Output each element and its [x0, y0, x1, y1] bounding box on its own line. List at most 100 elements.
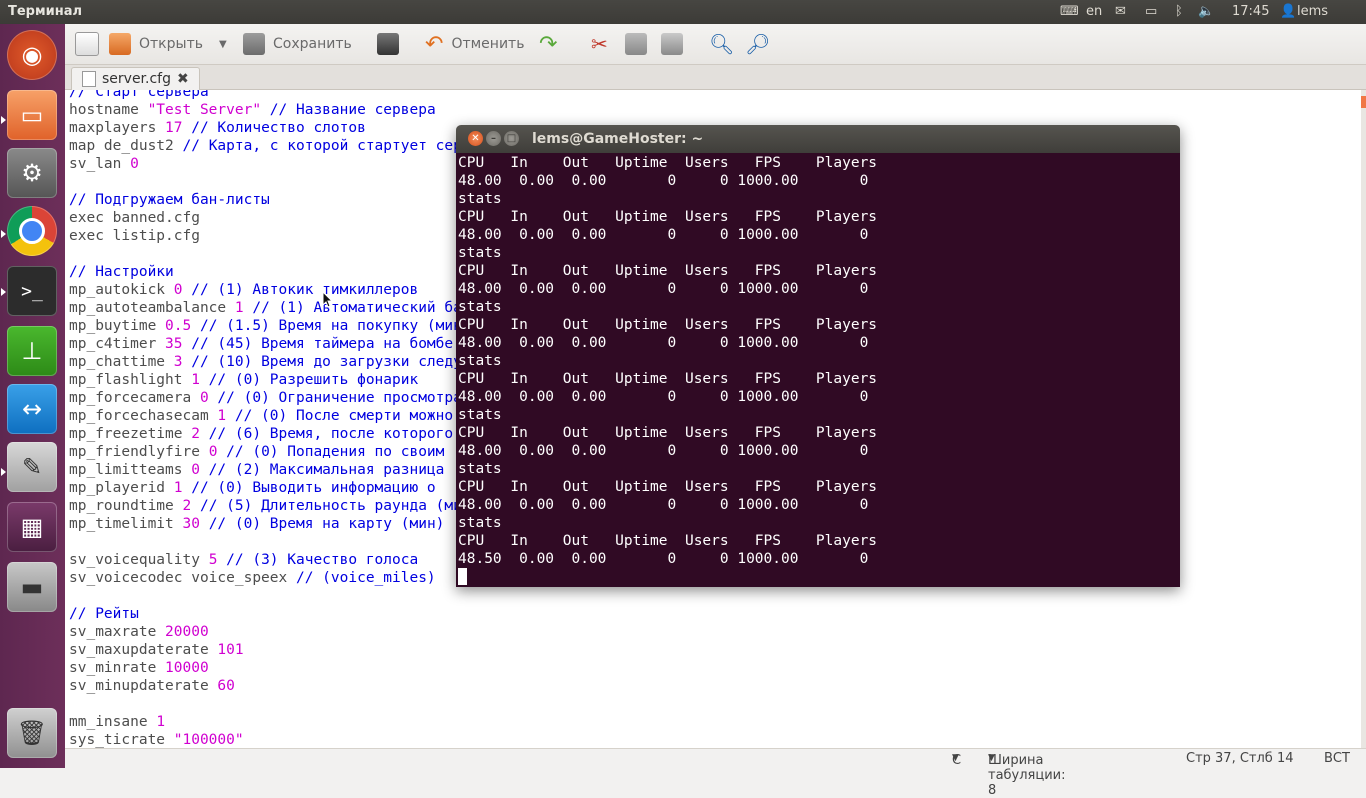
terminal-body[interactable]: CPU In Out Uptime Users FPS Players 48.00… [456, 153, 1180, 587]
code-line[interactable]: // Подгружаем бан-листы [69, 191, 497, 209]
undo-button[interactable]: ↶ Отменить [425, 30, 524, 58]
mail-icon[interactable]: ✉ [1115, 4, 1126, 19]
code-line[interactable]: sv_minupdaterate 60 [69, 677, 497, 695]
minimize-icon[interactable]: – [486, 131, 501, 146]
system-settings-icon[interactable]: ⚙ [7, 148, 57, 198]
print-button[interactable] [377, 30, 407, 58]
new-document-button[interactable] [75, 30, 107, 58]
find-replace-button[interactable]: 🔎︎ [745, 30, 770, 58]
user-icon[interactable]: 👤 [1280, 4, 1296, 19]
code-token: // (2) Максимальная разница [199, 462, 445, 478]
code-content[interactable]: // Старт сервера hostname "Test Server" /… [69, 90, 497, 748]
terminal-output[interactable]: CPU In Out Uptime Users FPS Players 48.00… [458, 154, 877, 586]
bluetooth-icon[interactable]: ᛒ [1175, 4, 1183, 19]
maximize-icon[interactable]: □ [504, 131, 519, 146]
terminal-line: stats [458, 191, 502, 207]
code-token: // (5) Длительность раунда (мин) [191, 498, 480, 514]
code-line[interactable]: maxplayers 17 // Количество слотов [69, 119, 497, 137]
trash-icon[interactable]: 🗑 [7, 708, 57, 758]
code-line[interactable]: mp_roundtime 2 // (5) Длительность раунд… [69, 497, 497, 515]
code-line[interactable] [69, 695, 497, 713]
code-line[interactable]: mp_c4timer 35 // (45) Время таймера на б… [69, 335, 497, 353]
close-icon[interactable]: ✖ [177, 71, 189, 87]
terminal-titlebar[interactable]: ✕ – □ lems@GameHoster: ~ [456, 125, 1180, 153]
running-indicator [1, 468, 6, 476]
code-line[interactable] [69, 533, 497, 551]
code-line[interactable]: exec listip.cfg [69, 227, 497, 245]
paste-icon [661, 33, 683, 55]
chrome-icon[interactable] [7, 206, 57, 256]
clock[interactable]: 17:45 [1232, 4, 1269, 19]
code-line[interactable]: // Настройки [69, 263, 497, 281]
code-token: hostname [69, 102, 148, 118]
code-line[interactable]: // Старт сервера [69, 90, 497, 101]
code-line[interactable]: mp_playerid 1 // (0) Выводить информацию… [69, 479, 497, 497]
code-line[interactable] [69, 587, 497, 605]
find-button[interactable]: 🔍︎ [709, 30, 734, 58]
code-token: 20000 [165, 624, 209, 640]
code-token: sv_minrate [69, 660, 166, 676]
code-line[interactable] [69, 173, 497, 191]
code-line[interactable]: hostname "Test Server" // Название серве… [69, 101, 497, 119]
vertical-scrollbar[interactable] [1361, 90, 1366, 748]
cut-button[interactable]: ✂ [591, 30, 608, 58]
volume-icon[interactable]: 🔈 [1198, 4, 1214, 19]
insert-mode[interactable]: ВСТ [1324, 751, 1350, 766]
scrollbar-thumb[interactable] [1361, 96, 1366, 108]
code-line[interactable]: sys_ticrate "100000" [69, 731, 497, 748]
workspace-switcher-icon[interactable]: ▦ [7, 502, 57, 552]
keyboard-layout[interactable]: en [1086, 4, 1102, 19]
code-line[interactable]: mp_freezetime 2 // (6) Время, после кото… [69, 425, 497, 443]
teamviewer-icon[interactable]: ↔ [7, 384, 57, 434]
tab-server-cfg[interactable]: server.cfg ✖ [71, 67, 200, 90]
code-line[interactable]: mp_forcechasecam 1 // (0) После смерти м… [69, 407, 497, 425]
redo-button[interactable]: ↷ [539, 30, 557, 58]
battery-icon[interactable]: ▭ [1145, 4, 1157, 19]
code-token: exec listip.cfg [69, 228, 200, 244]
code-line[interactable]: mp_buytime 0.5 // (1.5) Время на покупку… [69, 317, 497, 335]
code-token: // Настройки [69, 264, 174, 280]
text-editor-icon[interactable]: ✎ [7, 442, 57, 492]
copy-button[interactable] [625, 30, 655, 58]
paste-button[interactable] [661, 30, 691, 58]
code-line[interactable]: mp_chattime 3 // (10) Время до загрузки … [69, 353, 497, 371]
code-line[interactable]: mp_autokick 0 // (1) Автокик тимкиллеров [69, 281, 497, 299]
code-line[interactable]: exec banned.cfg [69, 209, 497, 227]
terminal-prompt-line[interactable] [458, 568, 877, 586]
terminal-icon[interactable]: >_ [7, 266, 57, 316]
code-line[interactable]: mp_flashlight 1 // (0) Разрешить фонарик [69, 371, 497, 389]
code-line[interactable]: mp_timelimit 30 // (0) Время на карту (м… [69, 515, 497, 533]
code-line[interactable]: mp_friendlyfire 0 // (0) Попадения по св… [69, 443, 497, 461]
user-name[interactable]: lems [1297, 4, 1328, 19]
files-icon[interactable]: ▭ [7, 90, 57, 140]
ubuntu-dash-icon[interactable]: ◉ [7, 30, 57, 80]
terminal-line: 48.00 0.00 0.00 0 0 1000.00 0 [458, 173, 869, 189]
network-icon[interactable]: ⊥ [7, 326, 57, 376]
terminal-window[interactable]: ✕ – □ lems@GameHoster: ~ CPU In Out Upti… [456, 125, 1180, 587]
keyboard-icon[interactable]: ⌨ [1060, 4, 1079, 19]
undo-icon: ↶ [425, 31, 444, 57]
code-line[interactable]: sv_maxupdaterate 101 [69, 641, 497, 659]
chevron-down-icon[interactable]: ▼ [219, 39, 227, 50]
code-line[interactable] [69, 245, 497, 263]
code-line[interactable]: mp_limitteams 0 // (2) Максимальная разн… [69, 461, 497, 479]
open-button[interactable]: Открыть ▼ [109, 30, 227, 58]
disk-icon[interactable]: ▬ [7, 562, 57, 612]
code-line[interactable]: sv_maxrate 20000 [69, 623, 497, 641]
code-line[interactable]: mp_autoteambalance 1 // (1) Автоматическ… [69, 299, 497, 317]
save-button[interactable]: Сохранить [243, 30, 352, 58]
code-line[interactable]: sv_voicecodec voice_speex // (voice_mile… [69, 569, 497, 587]
code-line[interactable]: map de_dust2 // Карта, с которой стартуе… [69, 137, 497, 155]
code-token: // (0) Выводить информацию о [182, 480, 436, 496]
code-line[interactable]: mp_forcecamera 0 // (0) Ограничение прос… [69, 389, 497, 407]
code-line[interactable]: mm_insane 1 [69, 713, 497, 731]
code-line[interactable]: sv_minrate 10000 [69, 659, 497, 677]
code-line[interactable]: // Рейты [69, 605, 497, 623]
running-indicator [1, 116, 6, 124]
code-token: 35 [165, 336, 183, 352]
close-icon[interactable]: ✕ [468, 131, 483, 146]
code-line[interactable]: sv_lan 0 [69, 155, 497, 173]
save-label: Сохранить [273, 36, 352, 52]
undo-label: Отменить [451, 36, 525, 52]
code-line[interactable]: sv_voicequality 5 // (3) Качество голоса [69, 551, 497, 569]
